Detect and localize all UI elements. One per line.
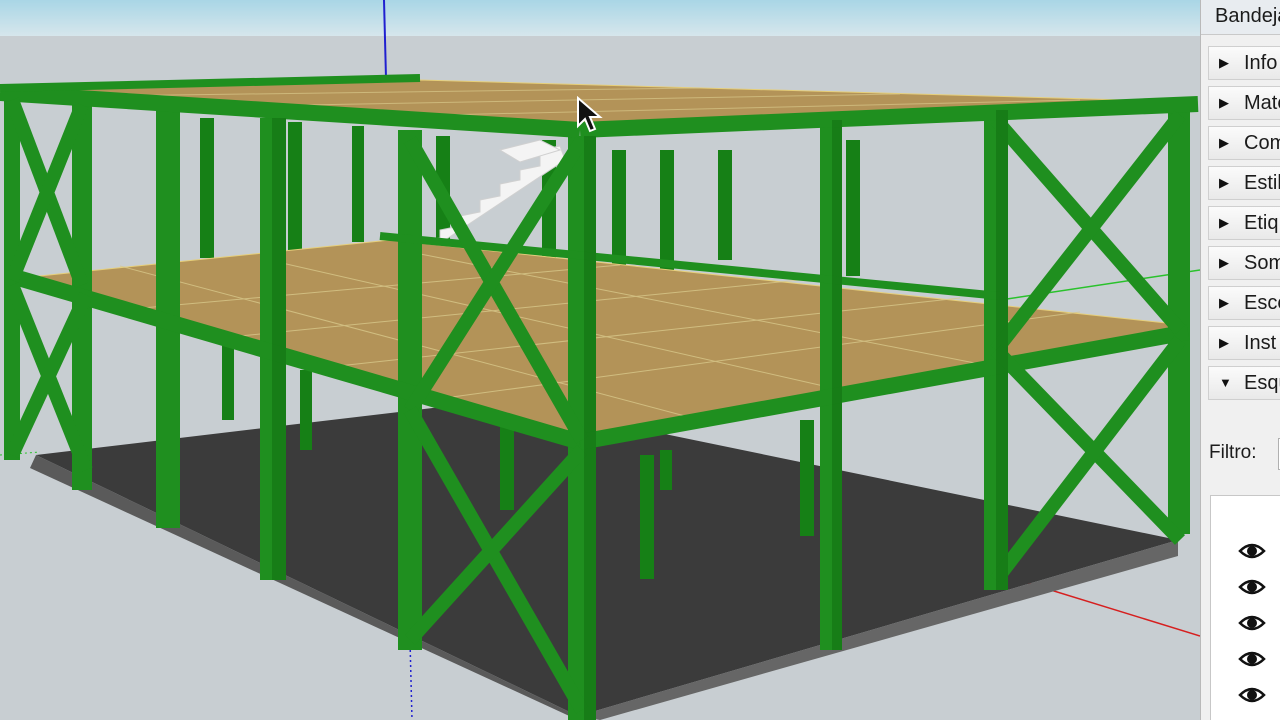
eye-icon[interactable] [1238,681,1266,709]
panel-info[interactable]: ▶ Info [1208,46,1280,80]
expand-triangle-icon: ▶ [1219,215,1229,230]
model-viewport[interactable] [0,0,1200,720]
panel-label: Esqu [1244,372,1280,394]
expand-triangle-icon: ▶ [1219,135,1229,150]
panel-instructor[interactable]: ▶ Inst [1208,326,1280,360]
panel-styles[interactable]: ▶ Estil [1208,166,1280,200]
expand-triangle-icon: ▶ [1219,295,1229,310]
eye-icon[interactable] [1238,573,1266,601]
expand-triangle-icon: ▶ [1219,55,1229,70]
panel-label: Com [1244,132,1280,154]
expand-triangle-icon: ▶ [1219,255,1229,270]
expand-triangle-icon: ▶ [1219,335,1229,350]
panel-label: Estil [1244,172,1280,194]
panel-materials[interactable]: ▶ Mate [1208,86,1280,120]
tray-title: Bandeja [1215,5,1280,27]
panel-label: Etiq [1244,212,1279,234]
default-tray: Bandeja ▶ Info ▶ Mate ▶ Com ▶ Estil ▶ Et… [1200,0,1280,720]
panel-label: Mate [1244,92,1280,114]
outliner-list[interactable] [1210,495,1280,720]
panel-components[interactable]: ▶ Com [1208,126,1280,160]
panel-label: Inst [1244,332,1277,354]
panel-scenes[interactable]: ▶ Esce [1208,286,1280,320]
mouse-cursor-icon [577,96,603,133]
eye-icon[interactable] [1238,537,1266,565]
filter-label: Filtro: [1209,442,1257,463]
panel-label: Info [1244,52,1278,74]
expand-triangle-icon: ▶ [1219,175,1229,190]
panel-outliner[interactable]: ▼ Esqu [1208,366,1280,400]
tray-title-bar: Bandeja [1201,0,1280,35]
collapse-triangle-icon: ▼ [1219,375,1232,390]
panel-label: Som [1244,252,1280,274]
panel-shadows[interactable]: ▶ Som [1208,246,1280,280]
eye-icon[interactable] [1238,609,1266,637]
panel-label: Esce [1244,292,1280,314]
eye-icon[interactable] [1238,645,1266,673]
expand-triangle-icon: ▶ [1219,95,1229,110]
sky [0,0,1200,36]
panel-tags[interactable]: ▶ Etiq [1208,206,1280,240]
